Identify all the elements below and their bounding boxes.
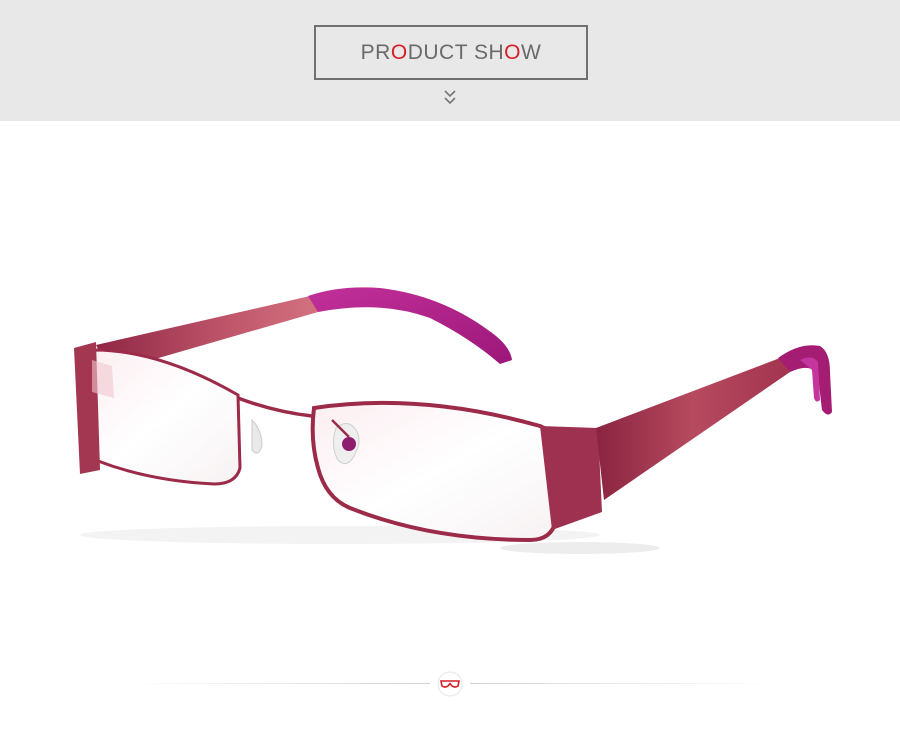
- product-show-page: PR O DUCT SH O W: [0, 0, 900, 738]
- glasses-logo-icon: [437, 671, 463, 697]
- title-accent-2: O: [504, 40, 521, 64]
- footer-divider-right: [470, 683, 772, 684]
- title-part-1: PR: [360, 40, 391, 64]
- footer-divider-left: [128, 683, 430, 684]
- section-title: PR O DUCT SH O W: [314, 25, 588, 80]
- header-band: PR O DUCT SH O W: [0, 0, 900, 121]
- title-part-3: W: [521, 40, 542, 64]
- eyeglasses-product-image: [74, 287, 832, 554]
- double-chevron-down-icon: [444, 90, 456, 105]
- title-accent-1: O: [390, 40, 408, 64]
- title-part-2: DUCT SH: [407, 40, 505, 64]
